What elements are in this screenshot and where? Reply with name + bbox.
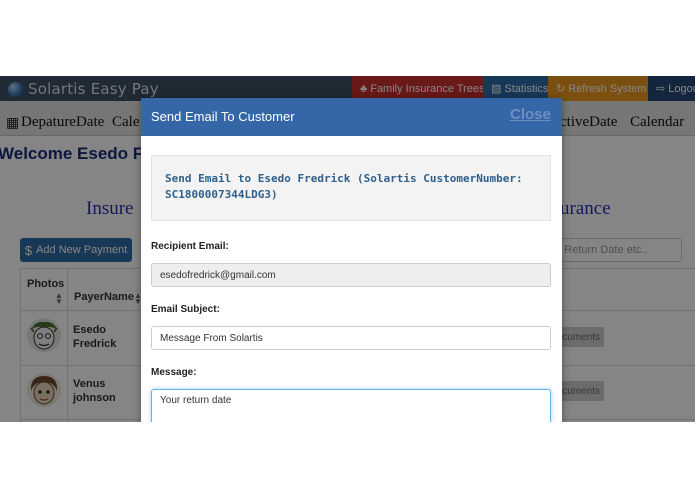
- email-subject-label: Email Subject:: [151, 304, 220, 315]
- message-field[interactable]: Your return date: [151, 389, 551, 422]
- close-button[interactable]: Close: [510, 106, 551, 123]
- recipient-email-field[interactable]: [151, 263, 551, 287]
- screenshot-root: Solartis Easy Pay ♣ Family Insurance Tre…: [0, 0, 695, 494]
- recipient-email-label: Recipient Email:: [151, 241, 229, 252]
- modal-title: Send Email To Customer: [151, 109, 295, 124]
- email-info-text: Send Email to Esedo Fredrick (Solartis C…: [165, 172, 523, 201]
- message-label: Message:: [151, 367, 197, 378]
- email-subject-field[interactable]: [151, 326, 551, 350]
- browser-viewport: Solartis Easy Pay ♣ Family Insurance Tre…: [0, 76, 695, 422]
- send-email-modal: Send Email To Customer Close Send Email …: [141, 98, 562, 422]
- modal-header: Send Email To Customer Close: [141, 98, 562, 136]
- email-info-box: Send Email to Esedo Fredrick (Solartis C…: [151, 155, 551, 221]
